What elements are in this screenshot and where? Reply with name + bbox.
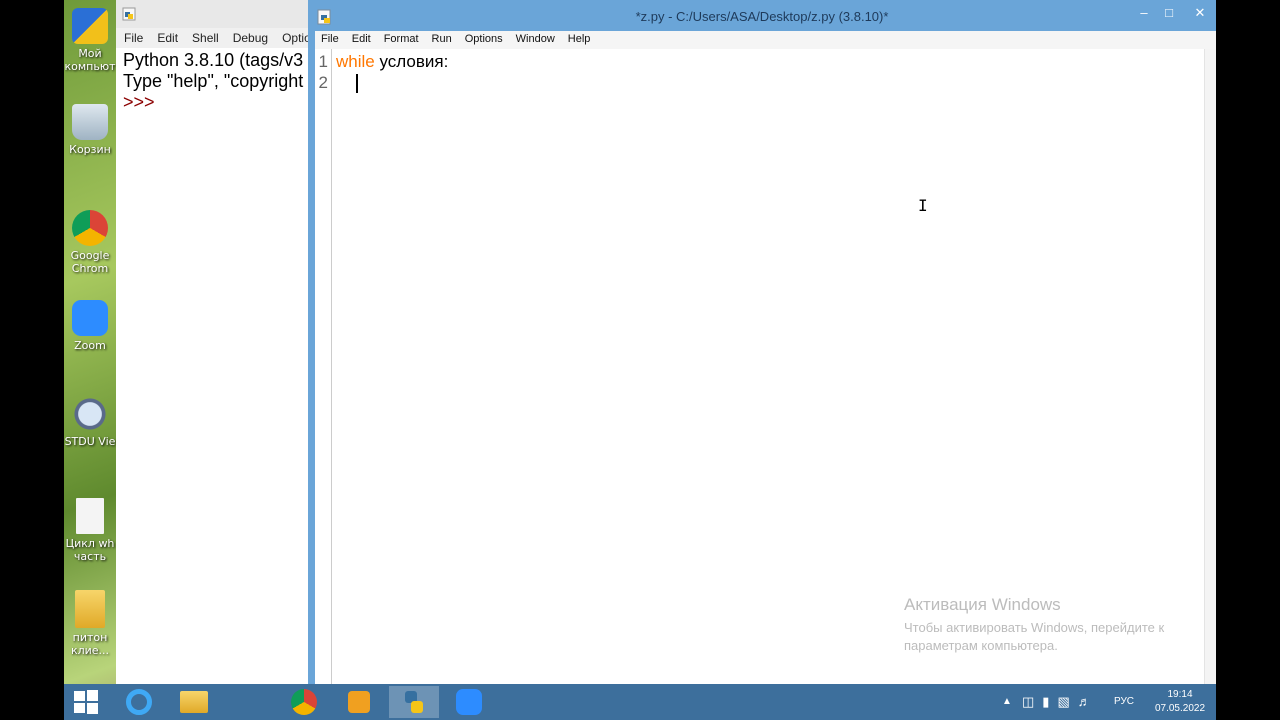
taskbar-python-idle[interactable]: [389, 686, 439, 718]
shell-menu-edit[interactable]: Edit: [157, 28, 178, 48]
shell-help-line: Type "help", "copyright: [123, 71, 304, 91]
volume-icon: ♬: [1077, 694, 1099, 709]
signal-icon: ▧: [1057, 694, 1078, 709]
shield-icon: [72, 8, 108, 44]
clock-date: 07.05.2022: [1154, 703, 1206, 714]
desktop-icon-label: Корзин: [69, 143, 111, 156]
desktop-icon-label: STDU Vie: [64, 435, 116, 448]
folder-icon: [180, 691, 208, 713]
minimize-button[interactable]: –: [1132, 4, 1156, 22]
menu-file[interactable]: File: [321, 33, 339, 49]
code-line: while условия:: [336, 51, 448, 72]
document-icon: [76, 498, 104, 534]
python-icon: [405, 691, 423, 713]
internet-explorer-icon: [126, 689, 152, 715]
shell-output[interactable]: Python 3.8.10 (tags/v3 Type "help", "cop…: [116, 48, 311, 113]
line-number: 1: [318, 52, 328, 71]
activation-line1: Чтобы активировать Windows, перейдите к: [904, 620, 1165, 635]
editor-menubar: File Edit Format Run Options Window Help: [315, 31, 1216, 49]
desktop-icon-document[interactable]: Цикл wh часть: [64, 498, 116, 563]
shell-menu-file[interactable]: File: [124, 28, 143, 48]
menu-format[interactable]: Format: [384, 33, 419, 49]
desktop-icon-chrome[interactable]: Google Chrom: [64, 210, 116, 275]
text-cursor: [356, 74, 358, 94]
taskbar-zoom[interactable]: [444, 686, 494, 718]
taskbar-internet-explorer[interactable]: [114, 686, 164, 718]
windows-logo-icon: [74, 690, 98, 714]
activation-watermark: Активация Windows Чтобы активировать Win…: [904, 595, 1164, 655]
taskbar-file-explorer[interactable]: [169, 686, 219, 718]
tray-system-icons[interactable]: ◫▮▧♬: [1022, 684, 1099, 720]
taskbar-media-player[interactable]: [334, 686, 384, 718]
desktop: Мой компьют Корзин Google Chrom Zoom STD…: [64, 0, 1216, 720]
shell-menubar: File Edit Shell Debug Options: [116, 28, 323, 48]
shell-banner-line: Python 3.8.10 (tags/v3: [123, 50, 304, 70]
desktop-icon-label: питон клие...: [70, 631, 110, 657]
zoom-icon: [72, 300, 108, 336]
shell-menu-shell[interactable]: Shell: [192, 28, 219, 48]
language-indicator[interactable]: РУС: [1114, 684, 1134, 720]
maximize-button[interactable]: □: [1157, 4, 1181, 22]
editor-window: *z.py - C:/Users/ASA/Desktop/z.py (3.8.1…: [308, 0, 1216, 684]
chrome-icon: [72, 210, 108, 246]
desktop-icon-label: Google Chrom: [70, 249, 110, 275]
desktop-icon-my-computer[interactable]: Мой компьют: [64, 8, 116, 73]
vertical-scrollbar[interactable]: [1204, 49, 1216, 684]
line-number: 2: [318, 73, 328, 92]
shell-titlebar[interactable]: [116, 0, 311, 28]
start-button[interactable]: [64, 686, 108, 718]
clock[interactable]: 19:14 07.05.2022: [1150, 684, 1210, 720]
desktop-icon-zoom[interactable]: Zoom: [64, 300, 116, 352]
shell-prompt: >>>: [123, 92, 155, 112]
code-line: [336, 72, 448, 94]
menu-edit[interactable]: Edit: [352, 33, 371, 49]
taskbar: ▲ ◫▮▧♬ РУС 19:14 07.05.2022: [64, 684, 1216, 720]
chrome-icon: [291, 689, 317, 715]
menu-window[interactable]: Window: [516, 33, 555, 49]
desktop-icon-label: Мой компьют: [64, 47, 116, 73]
clock-time: 19:14: [1167, 689, 1193, 700]
line-number-gutter: 1 2: [315, 49, 332, 684]
taskbar-chrome[interactable]: [279, 686, 329, 718]
network-icon: ◫: [1022, 694, 1043, 709]
desktop-icon-label: Zoom: [74, 339, 106, 352]
desktop-icon-recycle-bin[interactable]: Корзин: [64, 104, 116, 156]
code-condition: условия:: [374, 52, 449, 71]
battery-icon: ▮: [1042, 694, 1058, 709]
python-shell-window: File Edit Shell Debug Options Python 3.8…: [116, 0, 323, 684]
zoom-icon: [456, 689, 482, 715]
ibeam-cursor-icon: I: [918, 196, 928, 215]
media-player-icon: [348, 691, 370, 713]
desktop-icon-stdu-viewer[interactable]: STDU Vie: [64, 396, 116, 448]
code-text-area[interactable]: while условия:: [336, 51, 448, 94]
menu-run[interactable]: Run: [432, 33, 452, 49]
menu-help[interactable]: Help: [568, 33, 591, 49]
folder-icon: [75, 590, 105, 628]
activation-heading: Активация Windows: [904, 595, 1061, 614]
editor-body: File Edit Format Run Options Window Help…: [315, 31, 1216, 684]
shell-menu-debug[interactable]: Debug: [233, 28, 268, 48]
recycle-bin-icon: [72, 104, 108, 140]
close-button[interactable]: ✕: [1184, 4, 1216, 22]
keyword-while: while: [336, 52, 375, 71]
editor-title: *z.py - C:/Users/ASA/Desktop/z.py (3.8.1…: [635, 9, 889, 24]
editor-titlebar[interactable]: *z.py - C:/Users/ASA/Desktop/z.py (3.8.1…: [308, 0, 1216, 31]
activation-line2: параметрам компьютера.: [904, 638, 1058, 653]
desktop-icon-folder[interactable]: питон клие...: [64, 590, 116, 657]
menu-options[interactable]: Options: [465, 33, 503, 49]
magnifier-icon: [72, 396, 108, 432]
tray-overflow-icon[interactable]: ▲: [1002, 684, 1012, 720]
desktop-icon-label: Цикл wh часть: [65, 537, 115, 563]
python-file-icon: [122, 7, 136, 21]
